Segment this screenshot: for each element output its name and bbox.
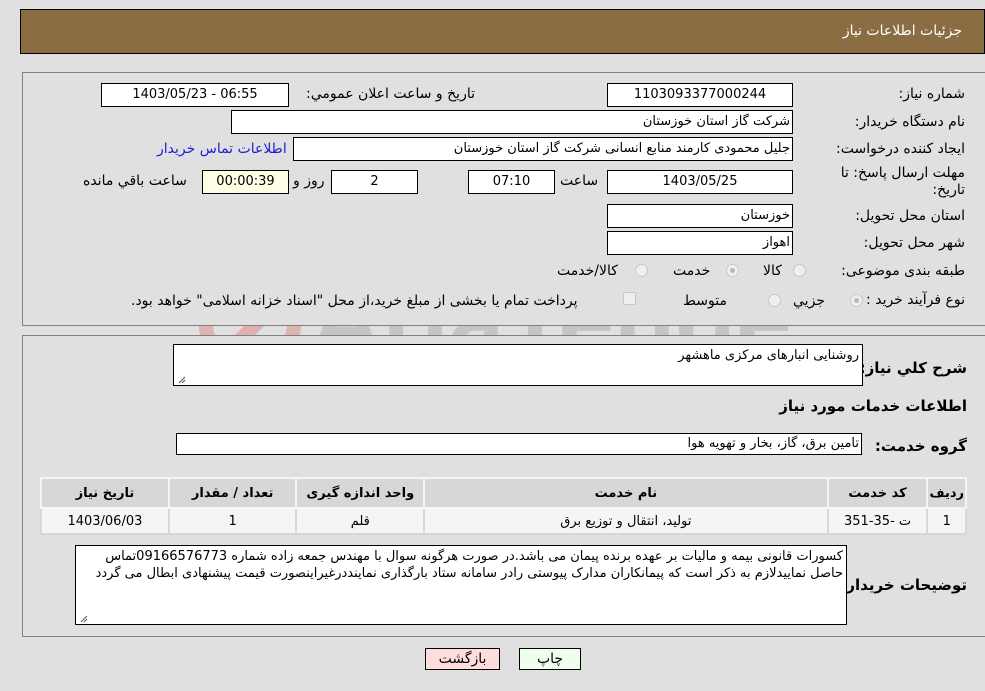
province-field: خوزستان bbox=[607, 204, 793, 228]
page-header: جزئیات اطلاعات نیاز bbox=[20, 9, 985, 54]
deadline-date-field: 1403/05/25 bbox=[607, 170, 793, 194]
service-group-field: تامین برق، گاز، بخار و تهویه هوا bbox=[176, 433, 862, 455]
buyer-org-field: شرکت گاز استان خوزستان bbox=[231, 110, 793, 134]
category-option-service: خدمت bbox=[673, 263, 711, 279]
category-radio-service[interactable] bbox=[726, 264, 739, 277]
purchase-option-medium: متوسط bbox=[683, 293, 727, 309]
purchase-type-label: نوع فرآیند خرید : bbox=[866, 292, 965, 308]
services-table: ردیف کد خدمت نام خدمت واحد اندازه گیری ت… bbox=[40, 477, 967, 535]
services-title: اطلاعات خدمات مورد نیاز bbox=[779, 397, 967, 415]
treasury-note: پرداخت تمام یا بخشی از مبلغ خرید،از محل … bbox=[131, 293, 578, 309]
cell-unit: قلم bbox=[295, 507, 426, 535]
services-section: شرح کلي نیاز: روشنایی انبارهای مرکزی ماه… bbox=[22, 335, 985, 637]
col-need-date: تاریخ نیاز bbox=[40, 477, 170, 509]
print-button[interactable]: چاپ bbox=[519, 648, 581, 670]
cell-need-date: 1403/06/03 bbox=[40, 507, 170, 535]
city-field: اهواز bbox=[607, 231, 793, 255]
description-textarea[interactable]: روشنایی انبارهای مرکزی ماهشهر bbox=[173, 344, 863, 386]
col-quantity: تعداد / مقدار bbox=[167, 477, 298, 509]
buyer-notes-text: کسورات قانونی بیمه و مالیات بر عهده برند… bbox=[95, 549, 843, 581]
purchase-option-minor: جزیي bbox=[793, 293, 825, 309]
category-radio-goods-service[interactable] bbox=[635, 264, 648, 277]
col-row-number: ردیف bbox=[926, 477, 967, 509]
resize-grip-icon[interactable] bbox=[176, 374, 186, 384]
col-unit: واحد اندازه گیری bbox=[295, 477, 426, 509]
buyer-notes-label: توضیحات خریدار: bbox=[840, 576, 967, 594]
buyer-contact-link[interactable]: اطلاعات تماس خریدار bbox=[157, 141, 287, 157]
service-group-label: گروه خدمت: bbox=[874, 437, 967, 455]
requester-field: جلیل محمودی کارمند منابع انسانی شرکت گاز… bbox=[293, 137, 793, 161]
category-option-goods-service: کالا/خدمت bbox=[557, 263, 618, 279]
remaining-time-label: ساعت باقي مانده bbox=[83, 173, 187, 189]
description-text: روشنایی انبارهای مرکزی ماهشهر bbox=[678, 348, 859, 363]
deadline-time-label: ساعت bbox=[560, 173, 599, 189]
cell-quantity: 1 bbox=[167, 507, 298, 535]
col-service-code: کد خدمت bbox=[826, 477, 929, 509]
need-number-label: شماره نیاز: bbox=[898, 86, 966, 102]
province-label: استان محل تحویل: bbox=[855, 208, 965, 224]
need-details-section: شماره نیاز: 1103093377000244 تاریخ و ساع… bbox=[22, 72, 985, 326]
announce-datetime-field: 1403/05/23 - 06:55 bbox=[101, 83, 289, 107]
page-title: جزئیات اطلاعات نیاز bbox=[842, 23, 962, 39]
remaining-time-field: 00:00:39 bbox=[202, 170, 289, 194]
purchase-radio-medium[interactable] bbox=[768, 294, 781, 307]
table-row: 1 ت -35-351 تولید، انتقال و توزیع برق قل… bbox=[40, 507, 967, 535]
days-field: 2 bbox=[331, 170, 418, 194]
back-button[interactable]: بازگشت bbox=[425, 648, 500, 670]
description-label: شرح کلي نیاز: bbox=[859, 359, 967, 377]
requester-label: ایجاد کننده درخواست: bbox=[836, 141, 965, 157]
buyer-org-label: نام دستگاه خریدار: bbox=[854, 114, 965, 130]
category-radio-goods[interactable] bbox=[793, 264, 806, 277]
cell-row-number: 1 bbox=[926, 507, 967, 535]
category-option-goods: کالا bbox=[763, 263, 782, 279]
cell-service-name: تولید، انتقال و توزیع برق bbox=[423, 507, 829, 535]
purchase-radio-minor[interactable] bbox=[850, 294, 863, 307]
resize-grip-icon[interactable] bbox=[78, 613, 88, 623]
cell-service-code: ت -35-351 bbox=[826, 507, 929, 535]
col-service-name: نام خدمت bbox=[423, 477, 829, 509]
buyer-notes-textarea[interactable]: کسورات قانونی بیمه و مالیات بر عهده برند… bbox=[75, 545, 847, 625]
announce-datetime-label: تاریخ و ساعت اعلان عمومي: bbox=[306, 86, 475, 102]
deadline-time-field: 07:10 bbox=[468, 170, 555, 194]
category-label: طبقه بندی موضوعی: bbox=[841, 263, 965, 279]
city-label: شهر محل تحویل: bbox=[863, 235, 965, 251]
need-number-field: 1103093377000244 bbox=[607, 83, 793, 107]
deadline-label: مهلت ارسال پاسخ: تا تاریخ: bbox=[840, 165, 965, 198]
treasury-checkbox[interactable] bbox=[623, 292, 636, 305]
days-label: روز و bbox=[293, 173, 325, 189]
table-header-row: ردیف کد خدمت نام خدمت واحد اندازه گیری ت… bbox=[40, 477, 967, 509]
